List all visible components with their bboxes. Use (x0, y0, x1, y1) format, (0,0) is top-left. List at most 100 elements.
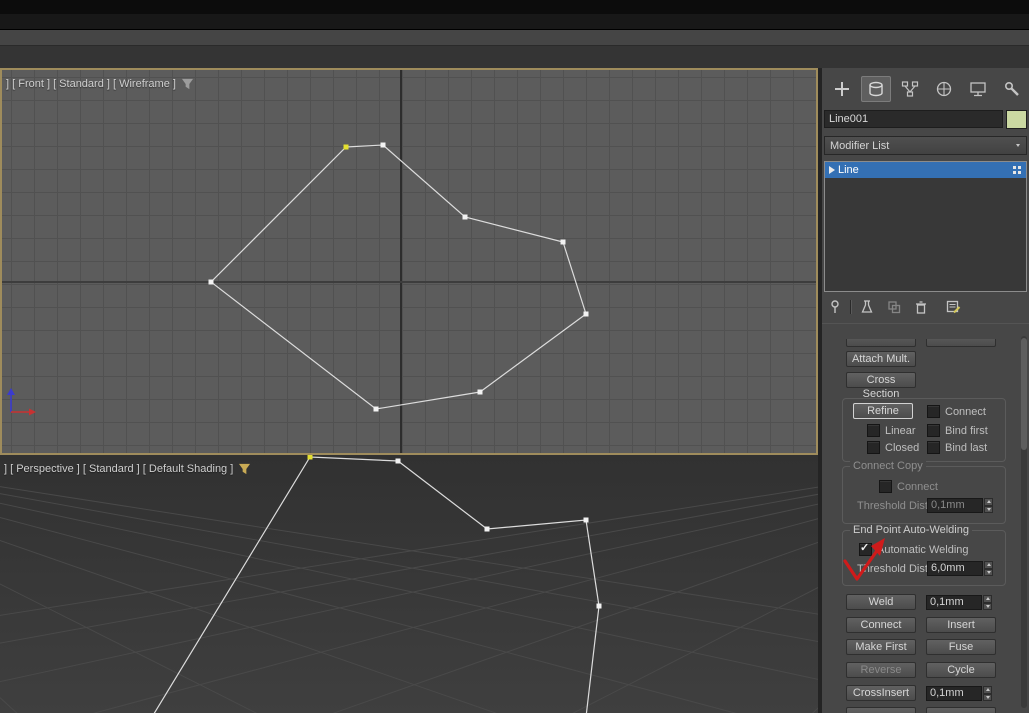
front-viewport[interactable]: ] [ Front ] [ Standard ] [ Wireframe ] (0, 68, 818, 455)
autoweld-threshold-value[interactable]: 6,0mm (927, 561, 983, 576)
object-name-input[interactable] (824, 110, 1003, 128)
connect-checkbox-label: Connect (945, 405, 986, 418)
weld-threshold-spinner[interactable]: 0,1mm (926, 595, 992, 610)
configure-modifier-sets-icon[interactable] (945, 299, 961, 315)
autoweld-threshold-label: Threshold Dist (857, 563, 928, 575)
bind-first-checkbox-row[interactable]: Bind first (927, 424, 988, 437)
chevron-down-icon (1010, 144, 1026, 147)
modifier-list-dropdown[interactable]: Modifier List (824, 136, 1027, 155)
connect-copy-title: Connect Copy (850, 460, 926, 472)
perspective-viewport-label-text[interactable]: ] [ Perspective ] [ Standard ] [ Default… (4, 463, 233, 475)
connect-button[interactable]: Connect (846, 617, 916, 633)
cross-insert-value[interactable]: 0,1mm (926, 686, 982, 701)
bind-last-checkbox-row[interactable]: Bind last (927, 441, 987, 454)
spinner-up-icon[interactable] (984, 498, 993, 506)
automatic-welding-checkbox[interactable] (859, 541, 872, 556)
clipped-button[interactable] (926, 339, 996, 347)
command-panel: Modifier List Line (822, 68, 1029, 713)
cycle-button[interactable]: Cycle (926, 662, 996, 678)
vertex-ticks-icon[interactable] (1013, 165, 1022, 175)
display-monitor-icon (970, 82, 986, 97)
modify-tab[interactable] (861, 76, 891, 102)
remove-modifier-trash-icon[interactable] (913, 299, 929, 315)
display-tab[interactable] (963, 76, 993, 102)
hierarchy-icon (901, 81, 919, 97)
object-color-swatch[interactable] (1006, 109, 1027, 129)
utilities-wrench-icon (1004, 81, 1019, 96)
viewport-filter-icon[interactable] (238, 463, 251, 475)
cross-insert-button[interactable]: CrossInsert (846, 685, 916, 701)
create-tab[interactable] (827, 76, 857, 102)
spinner-down-icon[interactable] (984, 505, 993, 513)
spinner-up-icon[interactable] (983, 595, 992, 603)
stack-toolbar (827, 297, 961, 317)
linear-checkbox-row[interactable]: Linear (867, 424, 916, 437)
spinner-down-icon[interactable] (984, 568, 993, 576)
modifier-stack[interactable]: Line (824, 161, 1027, 292)
application-window: ] [ Front ] [ Standard ] [ Wireframe ] ]… (0, 0, 1029, 713)
toolbar-separator (850, 300, 852, 314)
connect-copy-checkbox-row[interactable]: Connect (879, 480, 938, 493)
clipped-row-bottom (822, 707, 1022, 713)
spinner-up-icon[interactable] (983, 686, 992, 694)
automatic-welding-checkbox-row[interactable]: Automatic Welding (859, 541, 969, 556)
perspective-viewport-label[interactable]: ] [ Perspective ] [ Standard ] [ Default… (4, 463, 251, 475)
connect-checkbox[interactable] (927, 405, 940, 418)
clipped-button[interactable] (846, 339, 916, 347)
closed-label: Closed (885, 441, 920, 454)
connect-copy-threshold-spinner[interactable]: 0,1mm (927, 498, 993, 513)
cross-section-button[interactable]: Cross Section (846, 372, 916, 400)
panel-scrollbar-thumb[interactable] (1021, 338, 1027, 450)
cross-insert-spinner[interactable]: 0,1mm (926, 686, 992, 701)
spinner-down-icon[interactable] (983, 693, 992, 701)
connect-copy-checkbox[interactable] (879, 480, 892, 493)
connect-checkbox-row[interactable]: Connect (927, 405, 986, 418)
main-toolbar[interactable] (0, 30, 1029, 46)
auto-welding-group: End Point Auto-Welding Automatic Welding… (842, 524, 1006, 586)
make-unique-icon[interactable] (886, 299, 902, 315)
stack-item-label: Line (838, 164, 859, 176)
menu-bar[interactable] (0, 14, 1029, 30)
reverse-button[interactable]: Reverse (846, 662, 916, 678)
perspective-viewport[interactable]: ] [ Perspective ] [ Standard ] [ Default… (0, 455, 818, 713)
axis-tripod-icon (7, 388, 36, 416)
command-panel-tabs (827, 76, 1027, 102)
clipped-button[interactable] (926, 707, 996, 713)
bind-last-checkbox[interactable] (927, 441, 940, 454)
attach-mult-button[interactable]: Attach Mult. (846, 351, 916, 367)
pin-stack-icon[interactable] (827, 299, 843, 315)
viewport-filter-icon[interactable] (181, 78, 194, 90)
panel-scrollbar[interactable] (1021, 336, 1027, 708)
closed-checkbox[interactable] (867, 441, 880, 454)
perspective-canvas (0, 455, 818, 713)
bind-last-label: Bind last (945, 441, 988, 454)
make-first-button[interactable]: Make First (846, 639, 916, 655)
spinner-down-icon[interactable] (983, 602, 992, 610)
auto-welding-title: End Point Auto-Welding (850, 524, 972, 536)
clipped-button[interactable] (846, 707, 916, 713)
motion-tab[interactable] (929, 76, 959, 102)
panel-separator (822, 323, 1029, 324)
bind-first-checkbox[interactable] (927, 424, 940, 437)
utilities-tab[interactable] (997, 76, 1027, 102)
connect-copy-threshold-value[interactable]: 0,1mm (927, 498, 983, 513)
spinner-up-icon[interactable] (984, 561, 993, 569)
closed-checkbox-row[interactable]: Closed (867, 441, 919, 454)
refine-button[interactable]: Refine (853, 403, 913, 419)
hierarchy-tab[interactable] (895, 76, 925, 102)
expand-arrow-icon[interactable] (825, 166, 838, 174)
weld-button[interactable]: Weld (846, 594, 916, 610)
automatic-welding-label: Automatic Welding (877, 543, 969, 556)
stack-item-line[interactable]: Line (825, 162, 1026, 178)
autoweld-threshold-spinner[interactable]: 6,0mm (927, 561, 993, 576)
insert-button[interactable]: Insert (926, 617, 996, 633)
front-viewport-label-text[interactable]: ] [ Front ] [ Standard ] [ Wireframe ] (6, 78, 176, 90)
linear-checkbox[interactable] (867, 424, 880, 437)
fuse-button[interactable]: Fuse (926, 639, 996, 655)
modify-icon (869, 81, 883, 97)
show-end-result-icon[interactable] (859, 299, 875, 315)
connect-copy-label: Connect (897, 480, 938, 493)
weld-threshold-value[interactable]: 0,1mm (926, 595, 982, 610)
front-viewport-label[interactable]: ] [ Front ] [ Standard ] [ Wireframe ] (6, 78, 194, 90)
refine-group: Refine Connect Linear Bind first Closed … (842, 398, 1006, 462)
